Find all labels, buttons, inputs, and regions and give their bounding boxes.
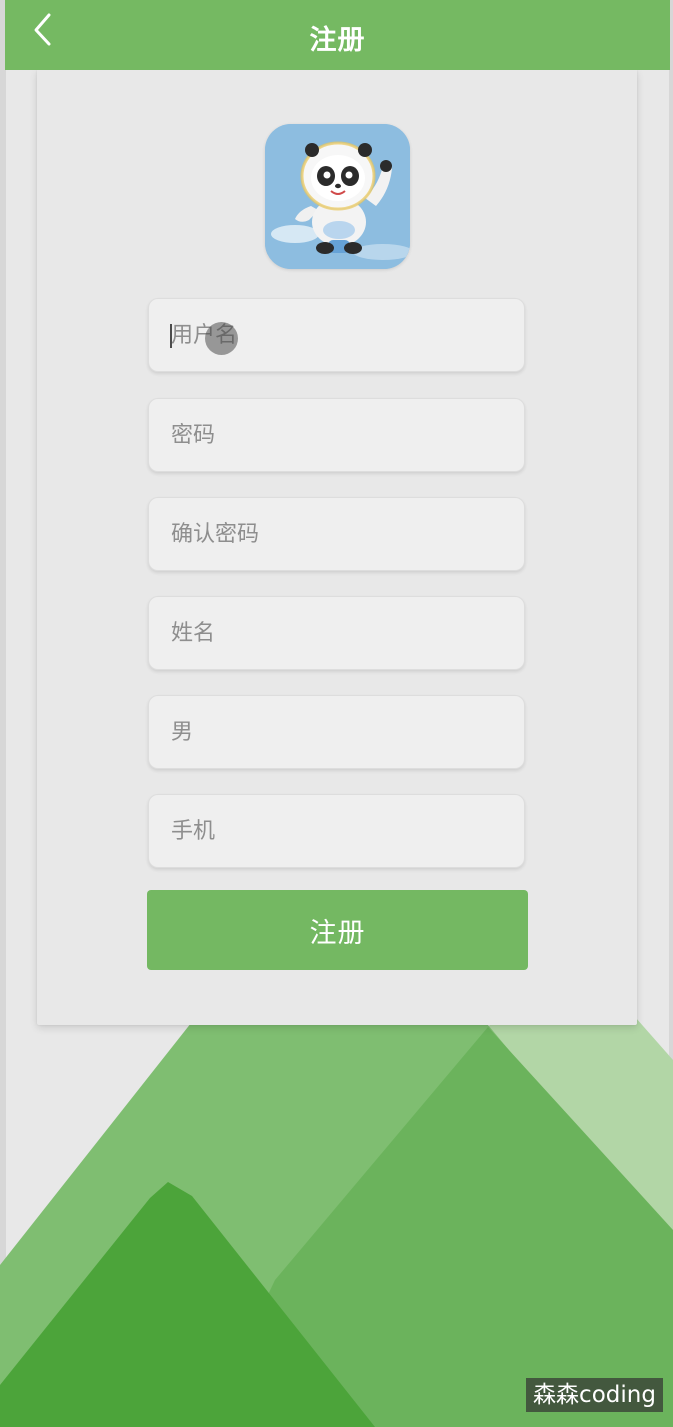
name-field[interactable] — [148, 596, 525, 670]
phone-input[interactable] — [149, 795, 524, 867]
register-button[interactable]: 注册 — [147, 890, 528, 970]
touch-indicator — [205, 322, 238, 355]
register-card: 注册 — [37, 70, 637, 1025]
register-screen: 注册 用户名 姓名 男 手机 注册 森森coding — [0, 0, 673, 1427]
header-bar: 注册 — [5, 0, 670, 70]
gender-field[interactable] — [148, 695, 525, 769]
confirm-password-field[interactable] — [148, 497, 525, 571]
password-field[interactable] — [148, 398, 525, 472]
panda-mascot-image — [265, 124, 410, 269]
name-input[interactable] — [149, 597, 524, 669]
panda-mascot-avatar — [265, 124, 410, 269]
confirm-password-input[interactable] — [149, 498, 524, 570]
password-input[interactable] — [149, 399, 524, 471]
page-title: 注册 — [309, 25, 366, 56]
phone-field[interactable] — [148, 794, 525, 868]
text-caret — [170, 324, 172, 348]
username-field[interactable] — [148, 298, 525, 372]
watermark-label: 森森coding — [526, 1378, 663, 1412]
gender-input[interactable] — [149, 696, 524, 768]
